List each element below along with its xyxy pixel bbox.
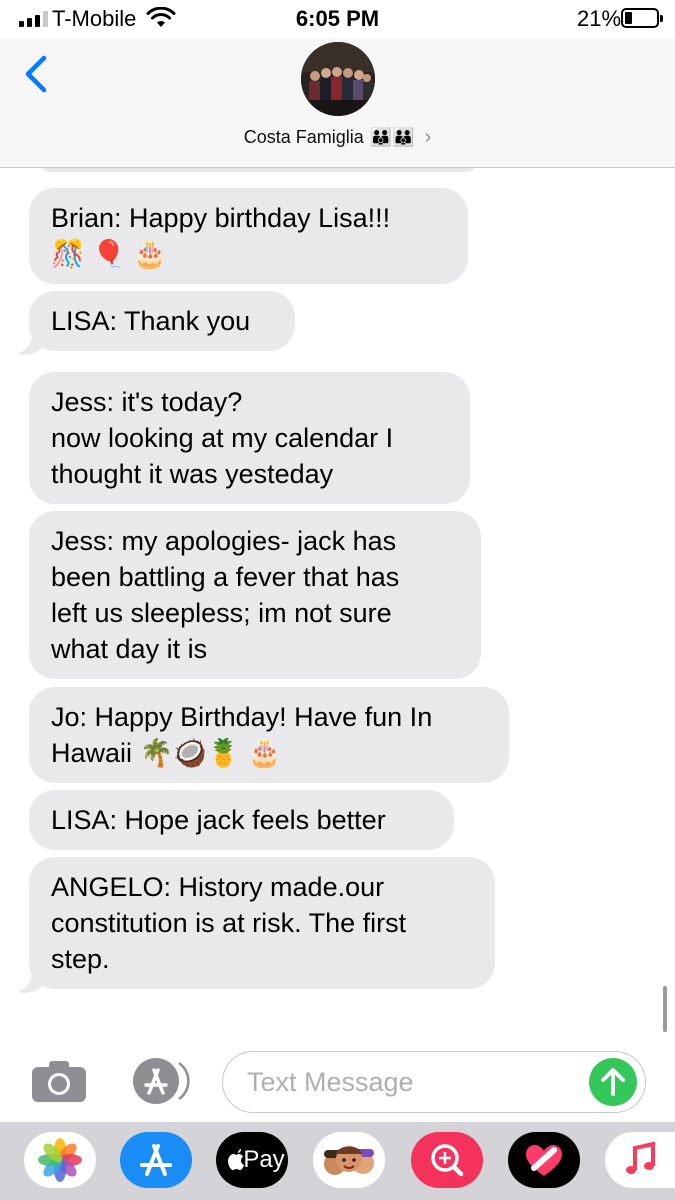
message-text-field[interactable] [222,1051,646,1113]
memoji-app-button[interactable] [313,1132,385,1188]
group-avatar[interactable] [301,42,375,116]
message-bubble[interactable]: Jess: it's today? now looking at my cale… [29,372,470,504]
arrow-up-icon [601,1068,625,1096]
group-photo-icon [301,42,375,116]
scroll-indicator[interactable] [663,986,667,1032]
bubble-tail [18,972,42,993]
images-search-app-button[interactable] [411,1132,483,1188]
message-input[interactable] [247,1062,587,1102]
app-store-icon [133,1058,190,1104]
contact-name-button[interactable]: Costa Famiglia 👪👪 › [0,126,675,149]
status-bar: T-Mobile 6:05 PM 21% [0,0,675,38]
battery-icon [621,8,663,28]
photos-app-button[interactable] [24,1132,96,1188]
previous-message-bubble [38,168,478,172]
camera-button[interactable] [30,1058,88,1104]
send-button[interactable] [589,1058,637,1106]
music-icon [626,1141,655,1174]
message-bubble[interactable]: Brian: Happy birthday Lisa!!! 🎊 🎈 🎂 [29,188,468,284]
bubble-tail [18,334,42,355]
digital-touch-app-button[interactable] [508,1132,580,1188]
compose-bar [0,1040,675,1122]
family-emoji: 👪👪 [369,127,415,147]
contact-name: Costa Famiglia [243,127,364,147]
message-bubble[interactable]: ANGELO: History made.our constitution is… [29,857,495,989]
app-drawer: Pay [0,1122,675,1200]
chevron-left-icon [25,55,47,93]
conversation-header: Costa Famiglia 👪👪 › [0,38,675,168]
apple-pay-app-button[interactable]: Pay [216,1132,288,1188]
message-list[interactable]: Brian: Happy birthday Lisa!!! 🎊 🎈 🎂 LISA… [0,168,675,1040]
message-bubble[interactable]: Jess: my apologies- jack has been battli… [29,511,481,679]
app-store-icon [140,1144,172,1176]
status-time: 6:05 PM [295,6,380,31]
images-search-icon [431,1144,464,1177]
memoji-icon [324,1146,374,1175]
apple-pay-label: Pay [243,1146,285,1173]
message-bubble[interactable]: LISA: Thank you [29,291,295,351]
message-bubble[interactable]: Jo: Happy Birthday! Have fun In Hawaii 🌴… [29,687,509,783]
apps-button[interactable] [125,1057,191,1105]
app-store-app-button[interactable] [120,1132,192,1188]
battery-percentage: 21% [577,6,622,31]
chevron-right-icon: › [424,126,432,148]
message-bubble[interactable]: LISA: Hope jack feels better [29,790,454,850]
digital-touch-icon [526,1145,562,1176]
camera-icon [32,1061,86,1102]
back-button[interactable] [18,52,58,98]
photos-icon [38,1138,82,1182]
music-app-button[interactable] [605,1132,675,1188]
